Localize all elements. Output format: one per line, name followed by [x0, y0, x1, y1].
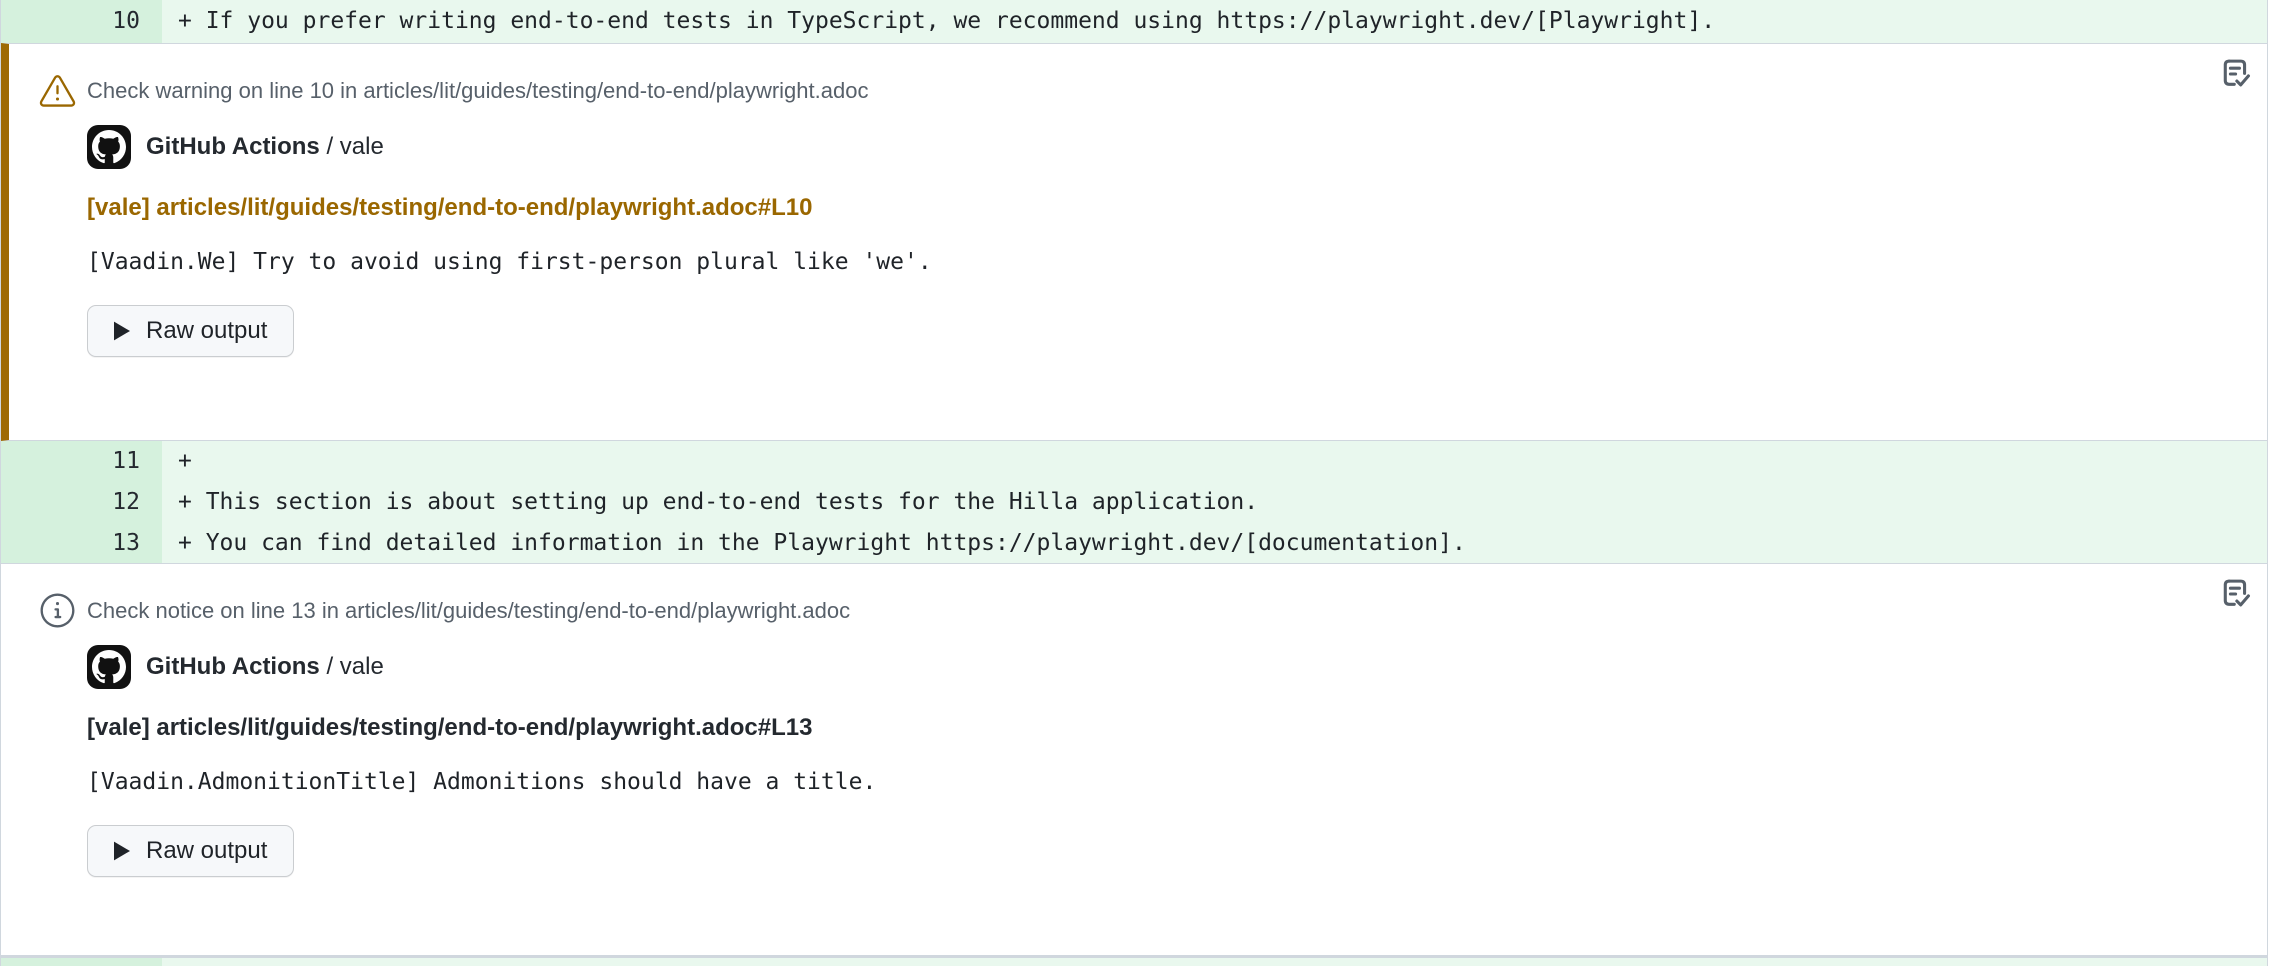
diff-line-number[interactable]: 11 — [1, 441, 162, 482]
play-icon — [114, 321, 130, 341]
annotation-message: [Vaadin.We] Try to avoid using first-per… — [87, 247, 2267, 277]
diff-line-row-11: 11 + — [1, 441, 2267, 482]
annotation-check-icon — [2215, 56, 2251, 92]
github-mark-icon — [87, 125, 131, 169]
check-annotation-notice: Check notice on line 13 in articles/lit/… — [1, 563, 2267, 956]
raw-output-button[interactable]: Raw output — [87, 305, 294, 357]
check-run-header: GitHub Actions / vale — [87, 125, 2267, 169]
diff-line-row-12: 12 + This section is about setting up en… — [1, 482, 2267, 523]
check-annotation-warning: Check warning on line 10 in articles/lit… — [1, 43, 2267, 441]
diff-line-number[interactable]: 12 — [1, 482, 162, 523]
annotation-message: [Vaadin.AdmonitionTitle] Admonitions sho… — [87, 767, 2267, 797]
annotation-header-text: Check warning on line 10 in articles/lit… — [87, 78, 868, 104]
annotation-check-icon — [2215, 576, 2251, 612]
check-app-name: GitHub Actions — [146, 133, 320, 160]
diff-line-number[interactable]: 10 — [1, 0, 162, 43]
github-mark-icon — [87, 645, 131, 689]
play-icon — [114, 841, 130, 861]
diff-line-code: + — [162, 441, 2267, 482]
diff-line-code: + This section is about setting up end-t… — [162, 482, 2267, 523]
check-name: / vale — [326, 653, 383, 680]
raw-output-label: Raw output — [146, 317, 267, 345]
check-name: / vale — [326, 133, 383, 160]
raw-output-button[interactable]: Raw output — [87, 825, 294, 877]
annotation-header: Check warning on line 10 in articles/lit… — [39, 44, 2267, 109]
check-run-title: GitHub Actions / vale — [146, 653, 384, 681]
alert-triangle-icon — [39, 72, 76, 109]
annotation-file-link[interactable]: [vale] articles/lit/guides/testing/end-t… — [87, 193, 2267, 223]
check-app-name: GitHub Actions — [146, 653, 320, 680]
annotation-action-button[interactable] — [2215, 576, 2251, 612]
diff-next-row-partial — [1, 956, 2267, 966]
diff-code-partial — [162, 958, 2267, 966]
diff-line-code: + If you prefer writing end-to-end tests… — [162, 0, 2267, 43]
annotation-header: Check notice on line 13 in articles/lit/… — [39, 564, 2267, 629]
annotation-header-text: Check notice on line 13 in articles/lit/… — [87, 598, 850, 624]
diff-gutter-partial — [1, 958, 162, 966]
check-run-title: GitHub Actions / vale — [146, 133, 384, 161]
diff-line-number[interactable]: 13 — [1, 523, 162, 563]
info-circle-icon — [39, 592, 76, 629]
annotation-file-link[interactable]: [vale] articles/lit/guides/testing/end-t… — [87, 713, 2267, 743]
annotation-action-button[interactable] — [2215, 56, 2251, 92]
diff-line-row-13: 13 + You can find detailed information i… — [1, 523, 2267, 563]
diff-line-code: + You can find detailed information in t… — [162, 523, 2267, 563]
check-run-header: GitHub Actions / vale — [87, 645, 2267, 689]
diff-line-row-10: 10 + If you prefer writing end-to-end te… — [1, 0, 2267, 43]
diff-file-container: 10 + If you prefer writing end-to-end te… — [0, 0, 2268, 966]
raw-output-label: Raw output — [146, 837, 267, 865]
